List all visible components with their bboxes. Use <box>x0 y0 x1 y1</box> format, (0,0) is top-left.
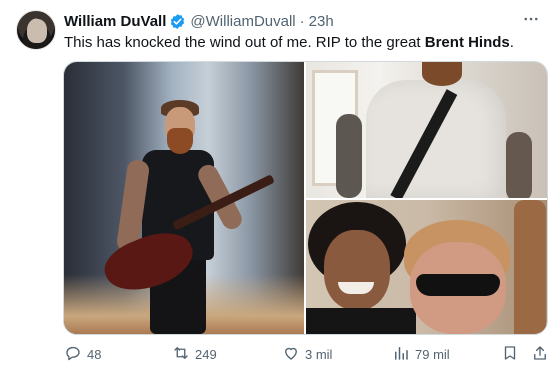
photo-guitar-strap[interactable] <box>306 62 547 198</box>
reply-count: 48 <box>87 346 102 362</box>
photo-selfie[interactable] <box>306 200 547 334</box>
like-button[interactable]: 3 mil <box>282 344 332 364</box>
views-button[interactable]: 79 mil <box>392 344 450 364</box>
reply-icon <box>64 344 82 365</box>
views-count: 79 mil <box>415 346 450 362</box>
repost-count: 249 <box>195 346 217 362</box>
author-name[interactable]: William DuVall <box>64 13 166 30</box>
share-icon <box>531 344 549 365</box>
more-icon[interactable] <box>522 10 540 33</box>
tweet-text-body: This has knocked the wind out of me. RIP… <box>64 34 425 51</box>
tweet-text: This has knocked the wind out of me. RIP… <box>64 33 514 53</box>
like-icon <box>282 344 300 365</box>
tweet[interactable]: William DuVall @WilliamDuvall · 23h This… <box>0 0 552 368</box>
tweet-text-end: . <box>509 34 514 51</box>
tweet-header: William DuVall @WilliamDuvall · 23h <box>64 11 334 31</box>
photo-concert[interactable] <box>64 62 304 334</box>
reply-button[interactable]: 48 <box>64 344 101 364</box>
avatar[interactable] <box>16 10 56 50</box>
views-icon <box>392 344 410 365</box>
bookmark-button[interactable] <box>501 344 519 364</box>
tweet-text-mention: Brent Hinds <box>424 34 510 51</box>
bookmark-icon <box>501 344 519 365</box>
like-count: 3 mil <box>305 346 333 362</box>
verified-icon[interactable] <box>169 13 186 30</box>
action-bar: 48 249 3 mil 79 mil <box>62 344 550 364</box>
media-grid <box>63 61 548 335</box>
separator-dot: · <box>299 12 305 30</box>
share-button[interactable] <box>531 344 549 364</box>
timestamp[interactable]: 23h <box>309 13 334 30</box>
repost-icon <box>172 344 190 365</box>
author-handle[interactable]: @WilliamDuvall <box>190 13 295 30</box>
repost-button[interactable]: 249 <box>172 344 217 364</box>
